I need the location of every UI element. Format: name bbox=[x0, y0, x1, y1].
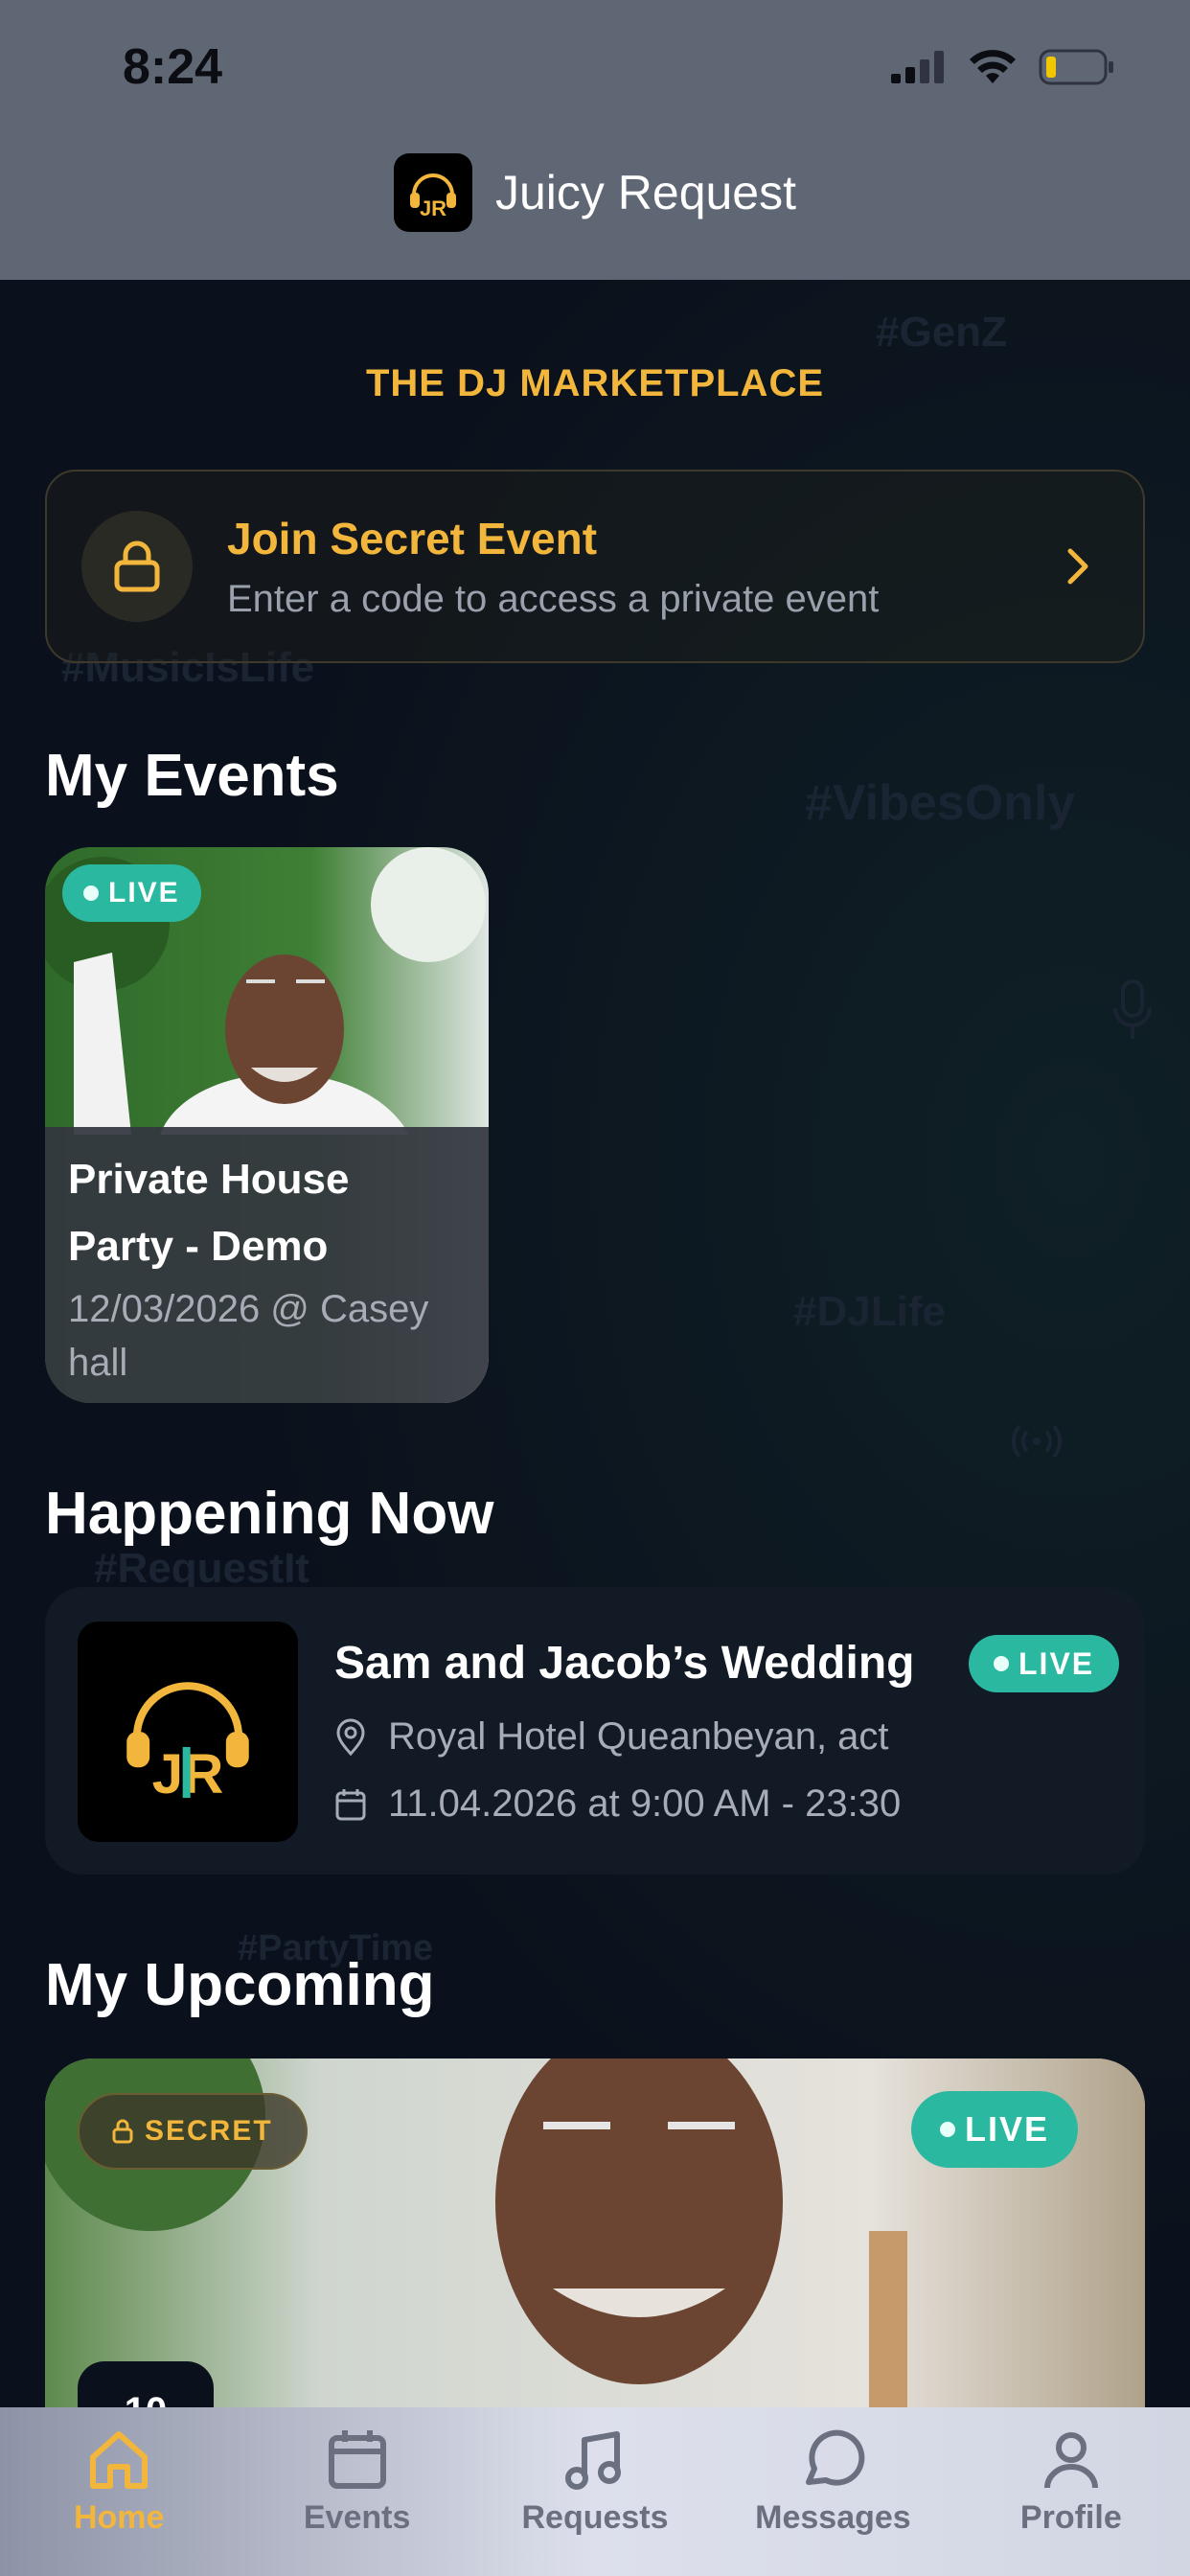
happening-now-card[interactable]: JR Sam and Jacob’s Wedding LIVE Royal Ho… bbox=[45, 1587, 1145, 1874]
status-icons bbox=[891, 44, 1115, 90]
tab-home[interactable]: Home bbox=[0, 2407, 238, 2576]
live-dot-icon bbox=[83, 886, 99, 901]
event-datetime: 11.04.2026 at 9:00 AM - 23:30 bbox=[388, 1782, 902, 1825]
calendar-icon bbox=[335, 1788, 366, 1820]
live-badge: LIVE bbox=[969, 1635, 1120, 1692]
tab-profile[interactable]: Profile bbox=[952, 2407, 1190, 2576]
headphones-logo-icon: JR bbox=[409, 173, 456, 220]
happening-now-heading: Happening Now bbox=[45, 1481, 494, 1547]
tab-events[interactable]: Events bbox=[238, 2407, 475, 2576]
broadcast-watermark-icon bbox=[1012, 1424, 1062, 1459]
tab-requests[interactable]: Requests bbox=[476, 2407, 714, 2576]
live-dot-icon bbox=[940, 2122, 955, 2137]
event-location-row: Royal Hotel Queanbeyan, act bbox=[334, 1715, 889, 1759]
battery-icon bbox=[1039, 49, 1113, 85]
chevron-right-icon bbox=[1067, 548, 1088, 585]
app-logo: JR bbox=[393, 153, 472, 232]
brand: JR Juicy Request bbox=[0, 153, 1190, 232]
app-name: Juicy Request bbox=[494, 166, 797, 219]
event-logo: JR bbox=[78, 1622, 298, 1842]
calendar-icon bbox=[328, 2430, 386, 2489]
status-time: 8:24 bbox=[123, 39, 223, 95]
event-card[interactable]: LIVE Private House Party - Demo 12/03/20… bbox=[45, 847, 489, 1403]
person-icon bbox=[1043, 2432, 1098, 2489]
join-secret-title: Join Secret Event bbox=[227, 513, 598, 564]
tab-label: Requests bbox=[521, 2499, 669, 2536]
bottom-tab-bar: Home Events Requests Messages Profile bbox=[0, 2407, 1190, 2576]
tab-label: Home bbox=[73, 2499, 165, 2536]
tab-label: Messages bbox=[755, 2499, 911, 2536]
join-secret-subtitle: Enter a code to access a private event bbox=[227, 577, 880, 620]
secret-badge-label: SECRET bbox=[145, 2115, 273, 2147]
live-badge-label: LIVE bbox=[1018, 1645, 1095, 1681]
location-pin-icon bbox=[336, 1718, 365, 1756]
watermark-hashtag: #GenZ bbox=[876, 309, 1007, 356]
cellular-signal-icon bbox=[891, 51, 944, 83]
secret-badge: SECRET bbox=[78, 2093, 308, 2170]
live-badge: LIVE bbox=[62, 864, 201, 922]
marketplace-tagline: THE DJ MARKETPLACE bbox=[365, 362, 825, 404]
watermark-hashtag: #VibesOnly bbox=[805, 775, 1076, 831]
event-date-venue: 12/03/2026 @ Casey hall bbox=[68, 1288, 429, 1384]
watermark-hashtag: #DJLife bbox=[793, 1288, 946, 1335]
headphones-logo-icon: JR bbox=[126, 1682, 249, 1806]
tab-label: Events bbox=[303, 2499, 411, 2536]
my-events-heading: My Events bbox=[45, 743, 339, 809]
my-upcoming-heading: My Upcoming bbox=[45, 1952, 435, 2018]
lock-icon bbox=[114, 540, 160, 592]
event-title: Sam and Jacob’s Wedding bbox=[334, 1638, 915, 1689]
watermark-hashtag: #RequestIt bbox=[94, 1545, 309, 1592]
lock-icon-circle bbox=[81, 511, 193, 622]
music-note-icon bbox=[565, 2431, 622, 2490]
event-datetime-row: 11.04.2026 at 9:00 AM - 23:30 bbox=[334, 1782, 901, 1826]
microphone-watermark-icon bbox=[1113, 979, 1152, 1039]
join-secret-event-button[interactable]: Join Secret Event Enter a code to access… bbox=[45, 470, 1145, 663]
home-icon bbox=[90, 2431, 149, 2489]
app-header: 8:24 JR Juicy Request bbox=[0, 0, 1190, 280]
live-badge: LIVE bbox=[911, 2091, 1079, 2168]
svg-text:JR: JR bbox=[420, 196, 446, 220]
live-dot-icon bbox=[994, 1656, 1009, 1671]
tab-label: Profile bbox=[1019, 2499, 1122, 2536]
app-screen: 8:24 JR Juicy Request #GenZ #MusicIsLife… bbox=[0, 0, 1190, 2576]
event-title: Private House Party - Demo bbox=[68, 1156, 350, 1270]
event-card-info: Private House Party - Demo 12/03/2026 @ … bbox=[45, 1127, 489, 1403]
lock-icon bbox=[112, 2119, 133, 2144]
tab-messages[interactable]: Messages bbox=[714, 2407, 951, 2576]
wifi-icon bbox=[970, 50, 1016, 83]
chat-bubble-icon bbox=[806, 2429, 865, 2486]
event-location: Royal Hotel Queanbeyan, act bbox=[388, 1715, 889, 1758]
live-badge-label: LIVE bbox=[965, 2109, 1050, 2149]
live-badge-label: LIVE bbox=[108, 877, 180, 908]
